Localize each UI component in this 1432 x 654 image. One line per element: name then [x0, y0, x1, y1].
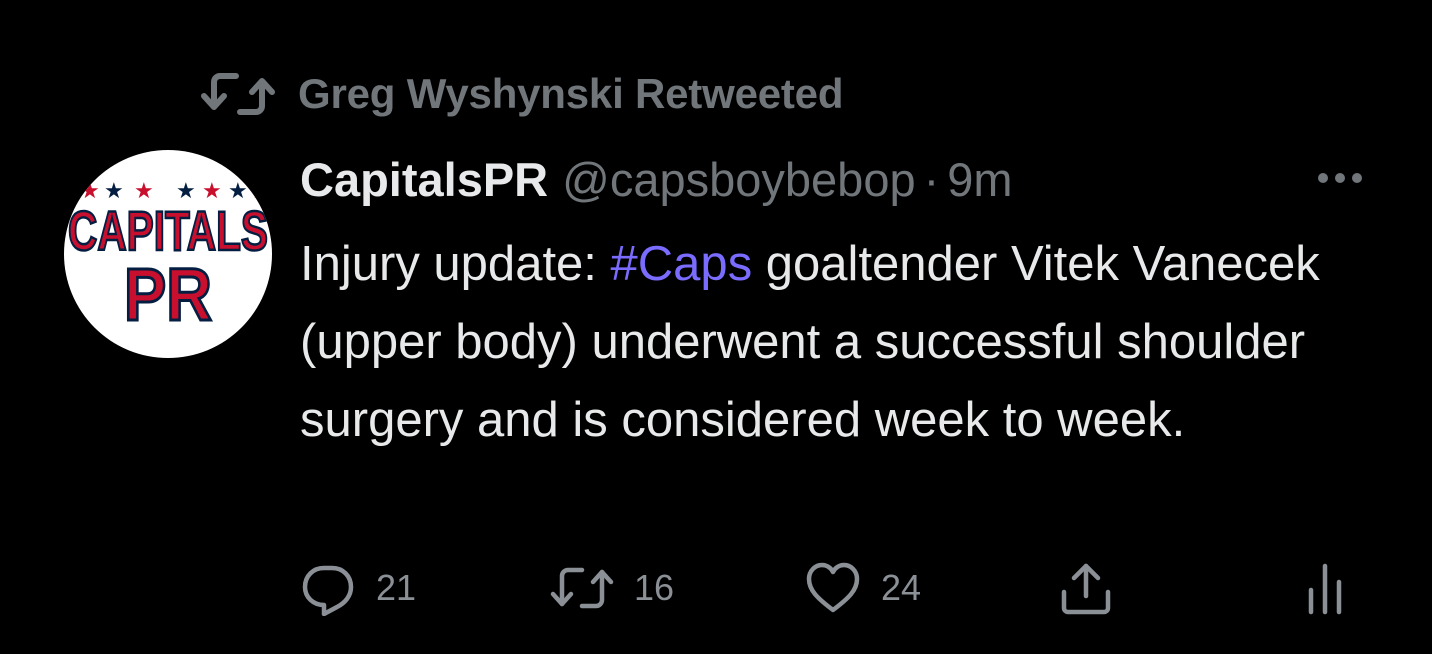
like-button[interactable]: 24: [805, 556, 921, 620]
analytics-icon: [1308, 563, 1342, 615]
display-name[interactable]: CapitalsPR: [300, 152, 548, 207]
reply-count: 21: [376, 567, 417, 608]
more-button[interactable]: [1310, 160, 1370, 196]
action-bar: 21 16 24: [300, 556, 1360, 620]
hashtag-link[interactable]: #Caps: [611, 237, 753, 291]
tweet[interactable]: Greg Wyshynski Retweeted ★ ★ ★ ★ ★ ★ ★ C…: [0, 0, 1432, 654]
tweet-text: Injury update: #Caps goaltender Vitek Va…: [300, 225, 1380, 459]
like-count: 24: [881, 567, 922, 608]
retweet-icon: [200, 66, 276, 122]
more-horizontal-icon: [1318, 173, 1362, 183]
separator-dot: ·: [923, 152, 940, 206]
capitals-pr-logo: ★ ★ ★ ★ ★ ★ ★ CAPITALS PR: [67, 179, 270, 338]
retweeted-by-label[interactable]: Greg Wyshynski Retweeted: [298, 70, 843, 118]
share-button[interactable]: [1058, 556, 1114, 620]
reply-icon: [302, 565, 354, 616]
heart-icon: [806, 562, 860, 613]
reply-button[interactable]: 21: [300, 556, 416, 620]
timestamp[interactable]: 9m: [947, 152, 1012, 207]
svg-text:PR: PR: [124, 253, 212, 336]
share-icon: [1061, 563, 1111, 615]
tweet-header: CapitalsPR @capsboybebop · 9m: [300, 148, 1013, 210]
avatar[interactable]: ★ ★ ★ ★ ★ ★ ★ CAPITALS PR: [64, 150, 272, 358]
social-context: Greg Wyshynski Retweeted: [200, 66, 843, 122]
retweet-button[interactable]: 16: [550, 556, 674, 620]
retweet-icon: [550, 567, 614, 609]
retweet-count: 16: [634, 567, 675, 608]
analytics-button[interactable]: [1305, 556, 1345, 620]
tweet-text-start: Injury update:: [300, 237, 611, 291]
user-handle[interactable]: @capsboybebop: [562, 152, 915, 207]
